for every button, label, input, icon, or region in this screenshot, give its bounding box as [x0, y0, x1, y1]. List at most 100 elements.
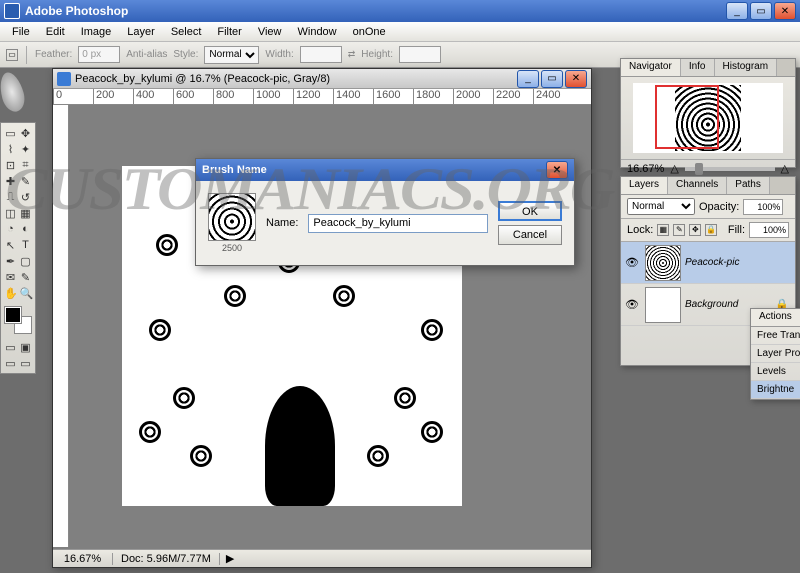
- app-title: Adobe Photoshop: [25, 4, 726, 18]
- tab-channels[interactable]: Channels: [668, 177, 727, 194]
- doc-close-button[interactable]: ✕: [565, 70, 587, 88]
- tab-layers[interactable]: Layers: [621, 177, 668, 194]
- minimize-button[interactable]: _: [726, 2, 748, 20]
- name-input[interactable]: [308, 214, 488, 233]
- shape-tool[interactable]: ▢: [18, 253, 33, 269]
- doc-minimize-button[interactable]: _: [517, 70, 539, 88]
- tab-navigator[interactable]: Navigator: [621, 59, 681, 76]
- zoom-in-icon[interactable]: △: [781, 162, 789, 175]
- navigator-panel: Navigator Info Histogram 16.67% △ △: [620, 58, 796, 168]
- menu-window[interactable]: Window: [290, 24, 345, 40]
- cancel-button[interactable]: Cancel: [498, 225, 562, 245]
- tab-actions[interactable]: Actions: [751, 309, 800, 326]
- maximize-button[interactable]: ▭: [750, 2, 772, 20]
- toolbox: ▭✥ ⌇✦ ⊡⌗ ✚✎ ⎍↺ ◫▦ ◔◐ ↖T ✒▢ ✉✎ ✋🔍 ▭▣ ▭▭: [0, 122, 36, 374]
- document-title: Peacock_by_kylumi @ 16.7% (Peacock-pic, …: [75, 73, 517, 85]
- history-tool[interactable]: ↺: [18, 189, 33, 205]
- zoom-slider[interactable]: [685, 167, 775, 171]
- docinfo-field[interactable]: Doc: 5.96M/7.77M: [113, 553, 220, 565]
- menu-select[interactable]: Select: [163, 24, 210, 40]
- visibility-icon[interactable]: 👁: [623, 298, 641, 311]
- dialog-close-button[interactable]: ✕: [546, 161, 568, 179]
- screenmode-1[interactable]: ▭: [3, 355, 18, 371]
- gradient-tool[interactable]: ▦: [18, 205, 33, 221]
- menu-onone[interactable]: onOne: [345, 24, 394, 40]
- slice-tool[interactable]: ⌗: [18, 157, 33, 173]
- eraser-tool[interactable]: ◫: [3, 205, 18, 221]
- brush-name-dialog: Brush Name ✕ 2500 Name: OK Cancel: [195, 158, 575, 266]
- actions-panel: Actions Free Tran Layer Pro Levels Brigh…: [750, 308, 800, 400]
- height-field[interactable]: [399, 46, 441, 63]
- menu-image[interactable]: Image: [73, 24, 120, 40]
- ok-button[interactable]: OK: [498, 201, 562, 221]
- quickmask-off[interactable]: ▭: [3, 339, 18, 355]
- link-icon[interactable]: ⇄: [348, 49, 356, 60]
- screenmode-2[interactable]: ▭: [18, 355, 33, 371]
- menu-file[interactable]: File: [4, 24, 38, 40]
- action-item[interactable]: Levels: [751, 363, 800, 381]
- eyedropper-tool[interactable]: ✎: [18, 269, 33, 285]
- menu-bar: File Edit Image Layer Select Filter View…: [0, 22, 800, 42]
- stamp-tool[interactable]: ⎍: [3, 189, 18, 205]
- menu-view[interactable]: View: [250, 24, 290, 40]
- lock-all-icon[interactable]: 🔒: [705, 224, 717, 236]
- menu-filter[interactable]: Filter: [209, 24, 249, 40]
- layer-thumbnail[interactable]: [645, 245, 681, 281]
- layer-row[interactable]: 👁 Peacock-pic: [621, 242, 795, 284]
- brush-tool[interactable]: ✎: [18, 173, 33, 189]
- opacity-field[interactable]: 100%: [743, 199, 783, 215]
- quickmask-on[interactable]: ▣: [18, 339, 33, 355]
- action-item[interactable]: Brightne: [751, 381, 800, 399]
- wand-tool[interactable]: ✦: [18, 141, 33, 157]
- fill-field[interactable]: 100%: [749, 222, 789, 238]
- lock-pos-icon[interactable]: ✥: [689, 224, 701, 236]
- heal-tool[interactable]: ✚: [3, 173, 18, 189]
- action-item[interactable]: Free Tran: [751, 327, 800, 345]
- blend-mode-select[interactable]: Normal: [627, 198, 695, 215]
- layer-name[interactable]: Peacock-pic: [685, 257, 739, 268]
- layer-thumbnail[interactable]: [645, 287, 681, 323]
- tab-info[interactable]: Info: [681, 59, 715, 76]
- feather-field[interactable]: 0 px: [78, 46, 120, 63]
- document-titlebar[interactable]: Peacock_by_kylumi @ 16.7% (Peacock-pic, …: [53, 69, 591, 89]
- pen-tool[interactable]: ✒: [3, 253, 18, 269]
- close-button[interactable]: ✕: [774, 2, 796, 20]
- move-tool[interactable]: ✥: [18, 125, 33, 141]
- marquee-tool[interactable]: ▭: [3, 125, 18, 141]
- tool-preset-icon[interactable]: ▭: [6, 49, 18, 61]
- width-field[interactable]: [300, 46, 342, 63]
- lock-paint-icon[interactable]: ✎: [673, 224, 685, 236]
- hand-tool[interactable]: ✋: [3, 285, 19, 301]
- nav-zoom: 16.67%: [627, 163, 664, 175]
- menu-layer[interactable]: Layer: [119, 24, 163, 40]
- width-label: Width:: [265, 49, 293, 60]
- color-picker[interactable]: [3, 305, 33, 333]
- dialog-title: Brush Name: [202, 164, 546, 176]
- zoom-field[interactable]: 16.67%: [53, 553, 113, 565]
- layer-name[interactable]: Background: [685, 299, 738, 310]
- lock-trans-icon[interactable]: ▦: [657, 224, 669, 236]
- visibility-icon[interactable]: 👁: [623, 256, 641, 269]
- dodge-tool[interactable]: ◐: [18, 221, 33, 237]
- menu-edit[interactable]: Edit: [38, 24, 73, 40]
- zoom-out-icon[interactable]: △: [670, 162, 678, 175]
- arrow-icon[interactable]: ▶: [220, 552, 240, 565]
- lasso-tool[interactable]: ⌇: [3, 141, 18, 157]
- type-tool[interactable]: T: [18, 237, 33, 253]
- path-tool[interactable]: ↖: [3, 237, 18, 253]
- doc-maximize-button[interactable]: ▭: [541, 70, 563, 88]
- style-select[interactable]: Normal: [204, 46, 259, 64]
- antialias-checkbox[interactable]: Anti-alias: [126, 49, 167, 60]
- navigator-preview[interactable]: [633, 83, 783, 153]
- tab-paths[interactable]: Paths: [727, 177, 770, 194]
- dialog-titlebar[interactable]: Brush Name ✕: [196, 159, 574, 181]
- blur-tool[interactable]: ◔: [3, 221, 18, 237]
- zoom-tool[interactable]: 🔍: [19, 285, 35, 301]
- ruler-horizontal: 0200400600800100012001400160018002000220…: [53, 89, 591, 105]
- notes-tool[interactable]: ✉: [3, 269, 18, 285]
- opacity-label: Opacity:: [699, 201, 739, 213]
- tab-histogram[interactable]: Histogram: [715, 59, 778, 76]
- crop-tool[interactable]: ⊡: [3, 157, 18, 173]
- action-item[interactable]: Layer Pro: [751, 345, 800, 363]
- style-label: Style:: [173, 49, 198, 60]
